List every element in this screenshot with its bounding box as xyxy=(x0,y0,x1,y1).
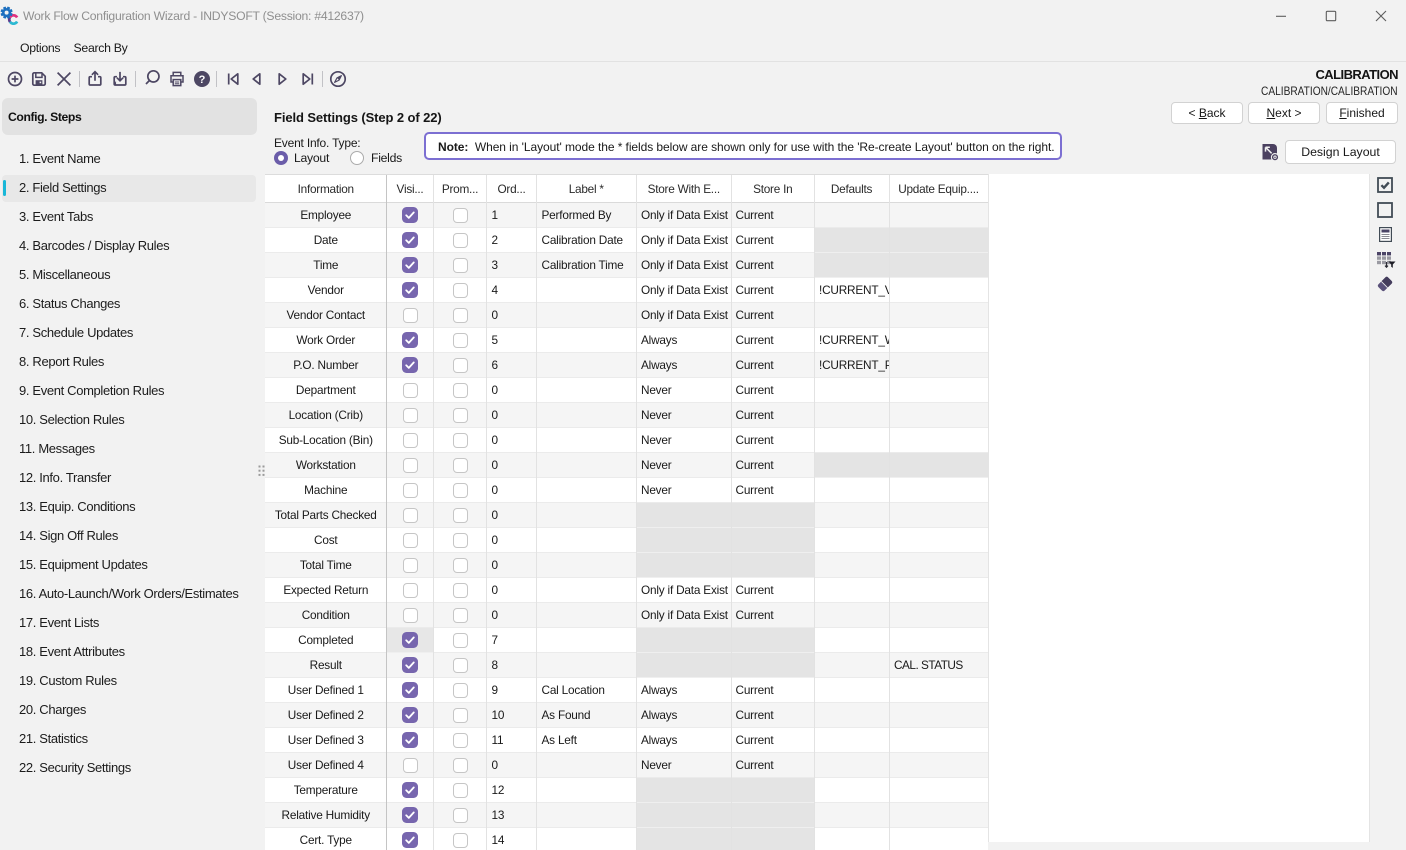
svg-text:?: ? xyxy=(198,74,205,86)
